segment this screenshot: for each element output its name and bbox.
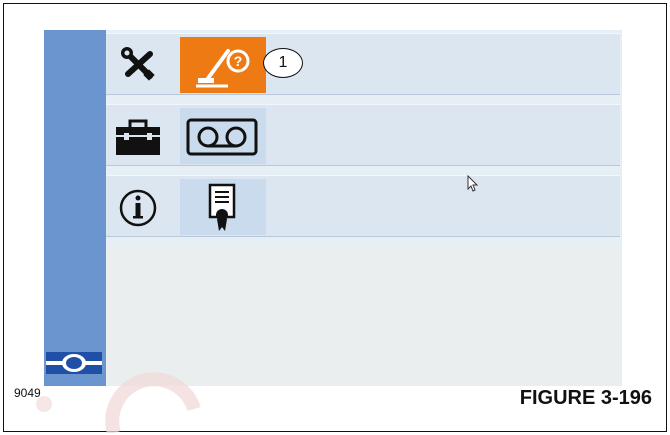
figure-label: FIGURE 3-196 bbox=[519, 387, 652, 409]
info-icon[interactable] bbox=[114, 184, 162, 230]
tools-icon[interactable] bbox=[114, 42, 162, 88]
display-screen: 9049 ? bbox=[44, 30, 622, 386]
certificate-icon bbox=[208, 183, 236, 231]
tape-recorder-icon bbox=[186, 118, 258, 156]
empty-panel-area bbox=[106, 246, 620, 386]
diagnostics-help-icon: ? bbox=[196, 49, 250, 88]
diagnostics-help-tile[interactable]: ? bbox=[180, 37, 266, 93]
menu-row-info bbox=[106, 175, 620, 237]
menu-row-tools: ? bbox=[106, 33, 620, 95]
recorder-tile[interactable] bbox=[180, 108, 266, 164]
toolbox-icon[interactable] bbox=[114, 113, 162, 159]
manufacturer-logo-icon[interactable] bbox=[46, 352, 102, 374]
certificate-tile[interactable] bbox=[180, 179, 266, 235]
menu-row-toolbox bbox=[106, 104, 620, 166]
callout-number: 1 bbox=[263, 48, 303, 78]
mouse-cursor-icon bbox=[467, 175, 479, 192]
image-id-label: 9049 bbox=[14, 386, 41, 400]
svg-text:?: ? bbox=[234, 53, 243, 69]
figure-frame: 9049 ? bbox=[3, 3, 667, 433]
sidebar bbox=[44, 30, 106, 386]
